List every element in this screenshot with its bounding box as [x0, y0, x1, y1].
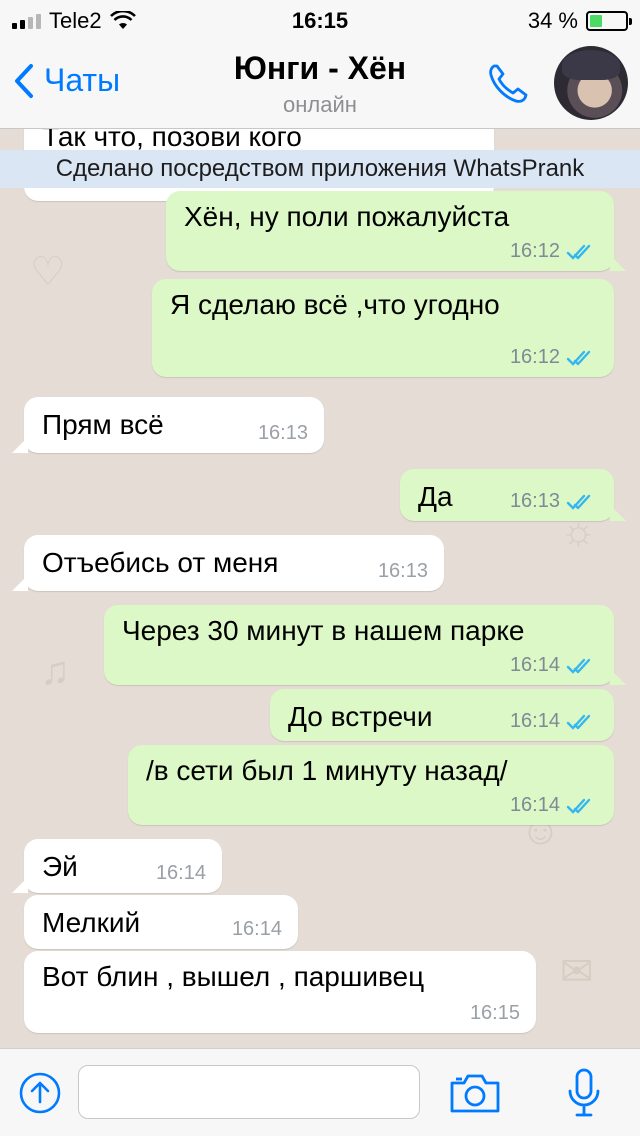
incoming-message-bubble[interactable]: Вот блин , вышел , паршивец 16:15: [24, 951, 536, 1033]
message-meta: 16:14: [510, 710, 598, 733]
message-text: Хён, ну поли пожалуйста: [184, 201, 510, 232]
message-text: Через 30 минут в нашем парке: [122, 615, 525, 646]
message-meta: 16:14: [232, 918, 282, 941]
message-text: Мелкий: [42, 907, 141, 938]
composer-bar: [0, 1048, 640, 1136]
outgoing-message-bubble[interactable]: /в сети был 1 минуту назад/16:14: [128, 745, 614, 825]
read-receipt-icon: [566, 350, 591, 366]
message-time: 16:14: [155, 862, 206, 884]
outgoing-message-bubble[interactable]: До встречи 16:14: [270, 689, 614, 741]
message-text: До встречи: [288, 701, 433, 732]
doodle-icon: ✉: [560, 950, 594, 994]
message-text: Отъебись от меня: [42, 547, 279, 578]
outgoing-message-bubble[interactable]: Через 30 минут в нашем парке 16:14: [104, 605, 626, 685]
microphone-icon[interactable]: [566, 1067, 602, 1119]
message-meta: 16:14: [156, 862, 206, 885]
phone-icon[interactable]: [484, 60, 532, 108]
message-time: 16:14: [231, 918, 282, 940]
outgoing-message-bubble[interactable]: Хён, ну поли пожалуйста 16:12: [166, 191, 626, 271]
incoming-message-bubble[interactable]: Эй 16:14: [12, 839, 222, 893]
message-text: Эй: [42, 851, 78, 882]
read-receipt-icon: [566, 658, 591, 674]
attach-icon[interactable]: [18, 1071, 62, 1115]
battery-group: 34 %: [527, 8, 632, 34]
message-time: 16:14: [509, 654, 560, 676]
chat-header: Чаты Юнги - Хён онлайн: [0, 40, 640, 129]
message-time: 16:13: [377, 560, 428, 582]
message-time: 16:13: [509, 490, 560, 512]
battery-icon: [586, 11, 632, 31]
message-text: Вот блин , вышел , паршивец: [42, 961, 425, 992]
message-text: Да: [418, 481, 453, 512]
message-time: 16:13: [257, 422, 308, 444]
message-meta: 16:14: [510, 794, 598, 817]
message-list[interactable]: ♡ ☼ ♫ ☺ ✉ Так что, позови кого 16:12 Сде…: [0, 129, 640, 1048]
message-time: 16:12: [509, 240, 560, 262]
incoming-message-bubble[interactable]: Отъебись от меня 16:13: [12, 535, 444, 591]
message-time: 16:12: [509, 346, 560, 368]
read-receipt-icon: [566, 244, 591, 260]
message-meta: 16:13: [510, 490, 598, 513]
message-text: Я сделаю всё ,что угодно: [170, 289, 500, 320]
message-text: Прям всё: [42, 409, 164, 440]
message-meta: 16:13: [258, 422, 308, 445]
status-bar: Tele2 16:15 34 %: [0, 0, 640, 40]
incoming-message-bubble[interactable]: Мелкий 16:14: [24, 895, 298, 949]
read-receipt-icon: [566, 798, 591, 814]
outgoing-message-bubble[interactable]: Да 16:13: [400, 469, 626, 521]
message-meta: 16:14: [510, 654, 598, 677]
message-meta: 16:12: [510, 240, 598, 263]
message-meta: 16:15: [470, 1002, 520, 1025]
message-time: 16:15: [469, 1002, 520, 1024]
battery-percent: 34 %: [527, 8, 578, 33]
message-text: /в сети был 1 минуту назад/: [146, 755, 508, 786]
message-time: 16:14: [509, 794, 560, 816]
message-meta: 16:12: [510, 346, 598, 369]
whatsprank-banner: Сделано посредством приложения WhatsPran…: [0, 150, 640, 188]
doodle-icon: ♫: [40, 649, 70, 693]
read-receipt-icon: [566, 714, 591, 730]
message-meta: 16:13: [378, 560, 428, 583]
incoming-message-bubble[interactable]: Прям всё 16:13: [12, 397, 324, 453]
message-time: 16:14: [509, 710, 560, 732]
contact-avatar[interactable]: [554, 46, 628, 120]
camera-icon[interactable]: [448, 1071, 502, 1115]
outgoing-message-bubble[interactable]: Я сделаю всё ,что угодно 16:12: [152, 279, 614, 377]
contact-name[interactable]: Юнги - Хён: [0, 50, 640, 87]
doodle-icon: ♡: [30, 250, 66, 294]
read-receipt-icon: [566, 494, 591, 510]
message-input[interactable]: [78, 1065, 420, 1119]
contact-status: онлайн: [283, 92, 357, 117]
